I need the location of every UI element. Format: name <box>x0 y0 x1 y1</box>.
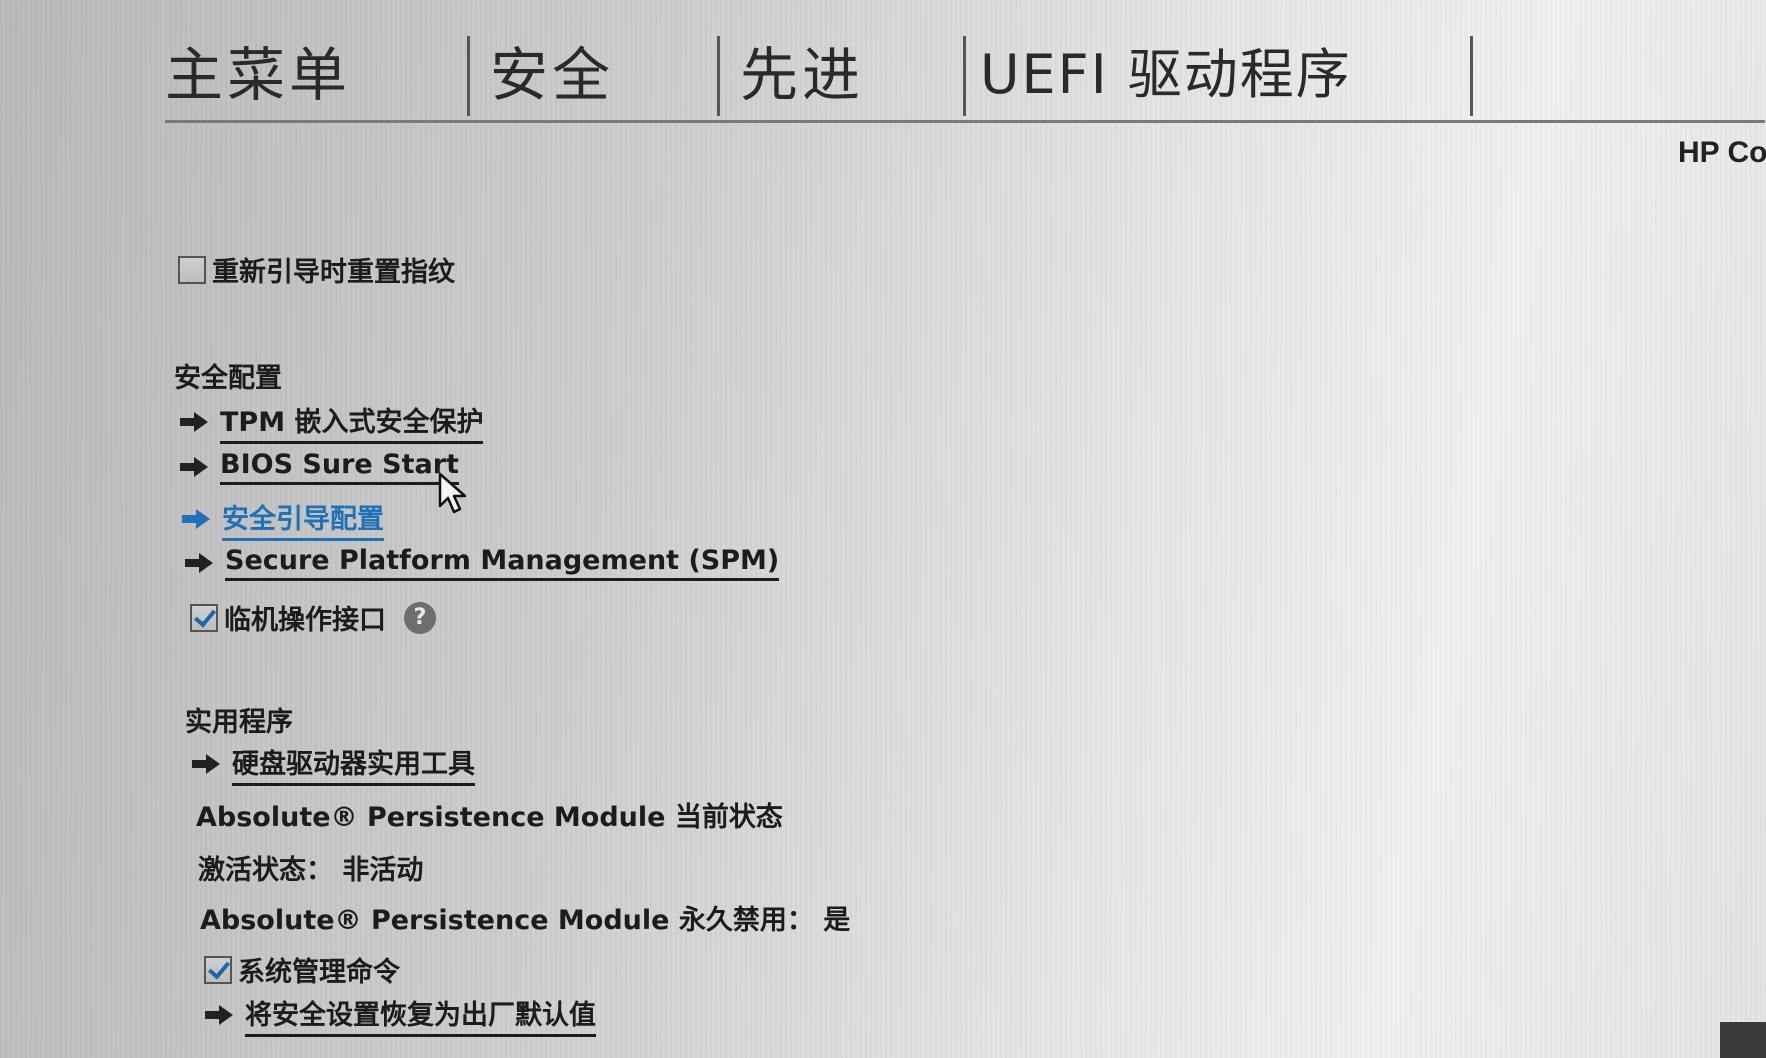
tab-separator <box>963 36 966 116</box>
hdd-tools-link[interactable]: 硬盘驱动器实用工具 <box>232 742 475 786</box>
top-menu-bar: 主菜单 安全 先进 UEFI 驱动程序 <box>165 30 1765 123</box>
section-title-security-config: 安全配置 <box>174 363 282 394</box>
secure-boot-config-link[interactable]: 安全引导配置 <box>222 497 384 541</box>
physical-presence-checkbox[interactable] <box>190 603 218 632</box>
tab-separator <box>467 36 470 116</box>
physical-presence-label: 临机操作接口 <box>224 605 386 636</box>
arrow-right-icon <box>180 410 210 434</box>
arrow-right-icon <box>205 1003 235 1027</box>
menu-item-bios-sure-start[interactable]: BIOS Sure Start <box>180 449 459 485</box>
menu-item-hdd-tools[interactable]: 硬盘驱动器实用工具 <box>192 742 475 786</box>
menu-item-restore-defaults[interactable]: 将安全设置恢复为出厂默认值 <box>205 993 596 1037</box>
system-mgmt-command-option[interactable]: 系统管理命令 <box>204 950 400 989</box>
arrow-right-icon <box>180 455 210 479</box>
activation-state-text: 激活状态： 非活动 <box>198 855 424 886</box>
mouse-cursor-icon <box>438 472 467 514</box>
tab-security[interactable]: 安全 <box>490 40 614 110</box>
reset-fingerprint-option[interactable]: 重新引导时重置指纹 <box>178 250 455 289</box>
brand-label: HP Co <box>1678 136 1766 169</box>
tab-separator <box>1470 36 1473 116</box>
tab-advanced[interactable]: 先进 <box>740 40 864 110</box>
system-mgmt-command-checkbox[interactable] <box>204 955 232 984</box>
menu-item-tpm[interactable]: TPM 嵌入式安全保护 <box>180 400 484 444</box>
absolute-permanent-disable-text: Absolute® Persistence Module 永久禁用： 是 <box>200 905 851 936</box>
section-title-utilities: 实用程序 <box>185 707 293 738</box>
arrow-right-icon <box>185 551 215 575</box>
menu-item-secure-boot-config[interactable]: 安全引导配置 <box>182 497 384 541</box>
tab-uefi-drivers[interactable]: UEFI 驱动程序 <box>980 40 1352 110</box>
restore-defaults-link[interactable]: 将安全设置恢复为出厂默认值 <box>245 993 596 1037</box>
tpm-link[interactable]: TPM 嵌入式安全保护 <box>220 400 484 444</box>
absolute-status-label: Absolute® Persistence Module 当前状态 <box>196 802 783 833</box>
bios-sure-start-link[interactable]: BIOS Sure Start <box>220 449 459 485</box>
reset-fingerprint-label: 重新引导时重置指纹 <box>212 257 455 288</box>
help-icon[interactable]: ? <box>404 601 436 634</box>
system-mgmt-command-label: 系统管理命令 <box>238 957 400 988</box>
corner-block <box>1720 1022 1766 1058</box>
reset-fingerprint-checkbox[interactable] <box>178 255 206 284</box>
physical-presence-option[interactable]: 临机操作接口 ? <box>190 598 436 637</box>
arrow-right-icon <box>192 752 222 776</box>
spm-link[interactable]: Secure Platform Management (SPM) <box>225 545 780 581</box>
menu-item-spm[interactable]: Secure Platform Management (SPM) <box>185 545 780 581</box>
tab-separator <box>717 36 720 116</box>
arrow-right-icon <box>182 507 212 531</box>
tab-main-menu[interactable]: 主菜单 <box>165 40 351 110</box>
